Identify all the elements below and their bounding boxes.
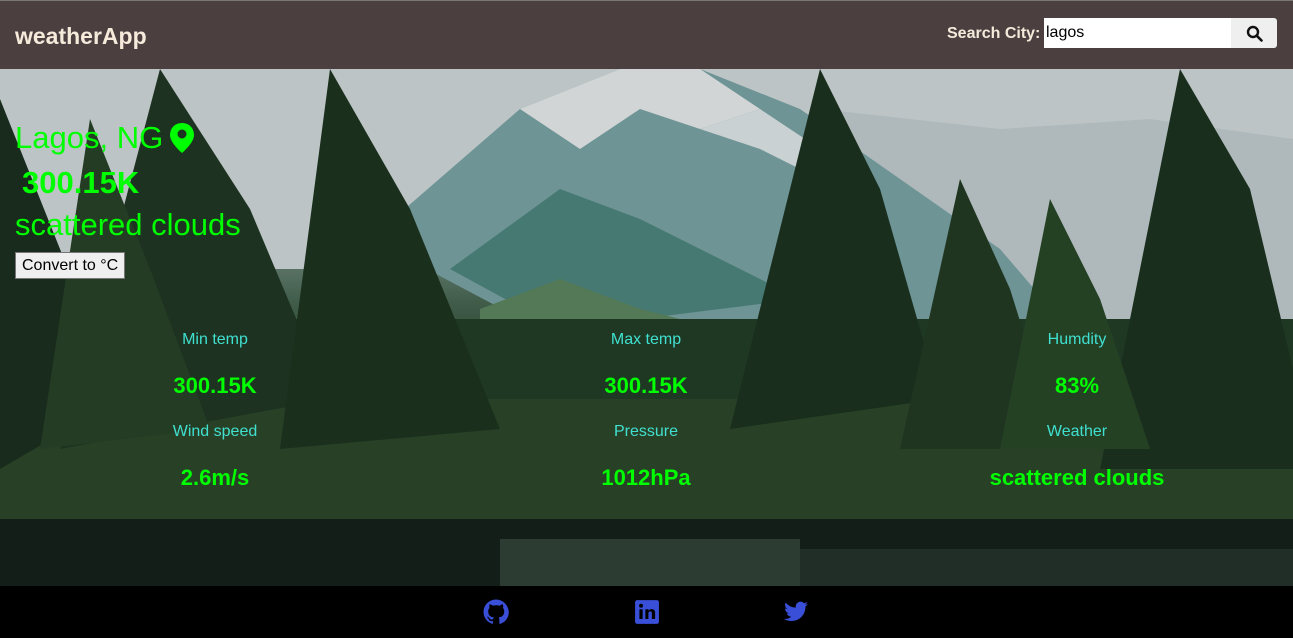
stat-value: 300.15K: [173, 373, 257, 398]
search-icon: [1246, 25, 1263, 42]
map-pin-icon: [170, 123, 195, 153]
app-brand[interactable]: weatherApp: [15, 23, 147, 50]
stat-label: Humdity: [1047, 331, 1107, 348]
weather-hero: Lagos, NG 300.15K scattered clouds Conve…: [0, 69, 1293, 586]
stat-value: scattered clouds: [989, 465, 1165, 490]
location-name: Lagos, NG: [15, 120, 164, 155]
github-icon[interactable]: [483, 599, 509, 625]
stat-label: Min temp: [182, 331, 248, 348]
linkedin-icon[interactable]: [634, 599, 660, 625]
stat-value: 2.6m/s: [180, 465, 250, 490]
search-label: Search City:: [947, 25, 1041, 42]
stat-value: 1012hPa: [601, 465, 691, 490]
app-footer: [0, 586, 1293, 638]
stat-label: Pressure: [613, 423, 679, 440]
current-temperature: 300.15K: [22, 165, 140, 200]
stat-label: Max temp: [610, 331, 682, 348]
twitter-icon[interactable]: [783, 599, 809, 625]
stat-value: 300.15K: [604, 373, 688, 398]
stat-value: 83%: [1054, 373, 1100, 398]
stat-humidity: Humdity 83%: [927, 331, 1227, 399]
location-heading: Lagos, NG: [15, 120, 195, 156]
stat-label: Weather: [1046, 423, 1108, 440]
stat-pressure: Pressure 1012hPa: [496, 423, 796, 491]
stat-wind-speed: Wind speed 2.6m/s: [65, 423, 365, 491]
current-description: scattered clouds: [15, 207, 241, 242]
stat-weather: Weather scattered clouds: [927, 423, 1227, 491]
stat-label: Wind speed: [172, 423, 258, 440]
convert-unit-button[interactable]: Convert to °C: [15, 252, 126, 279]
search-button[interactable]: [1231, 18, 1277, 48]
stat-min-temp: Min temp 300.15K: [65, 331, 365, 399]
search-input[interactable]: [1044, 18, 1231, 48]
stat-max-temp: Max temp 300.15K: [496, 331, 796, 399]
app-header: weatherApp Search City:: [0, 0, 1293, 69]
